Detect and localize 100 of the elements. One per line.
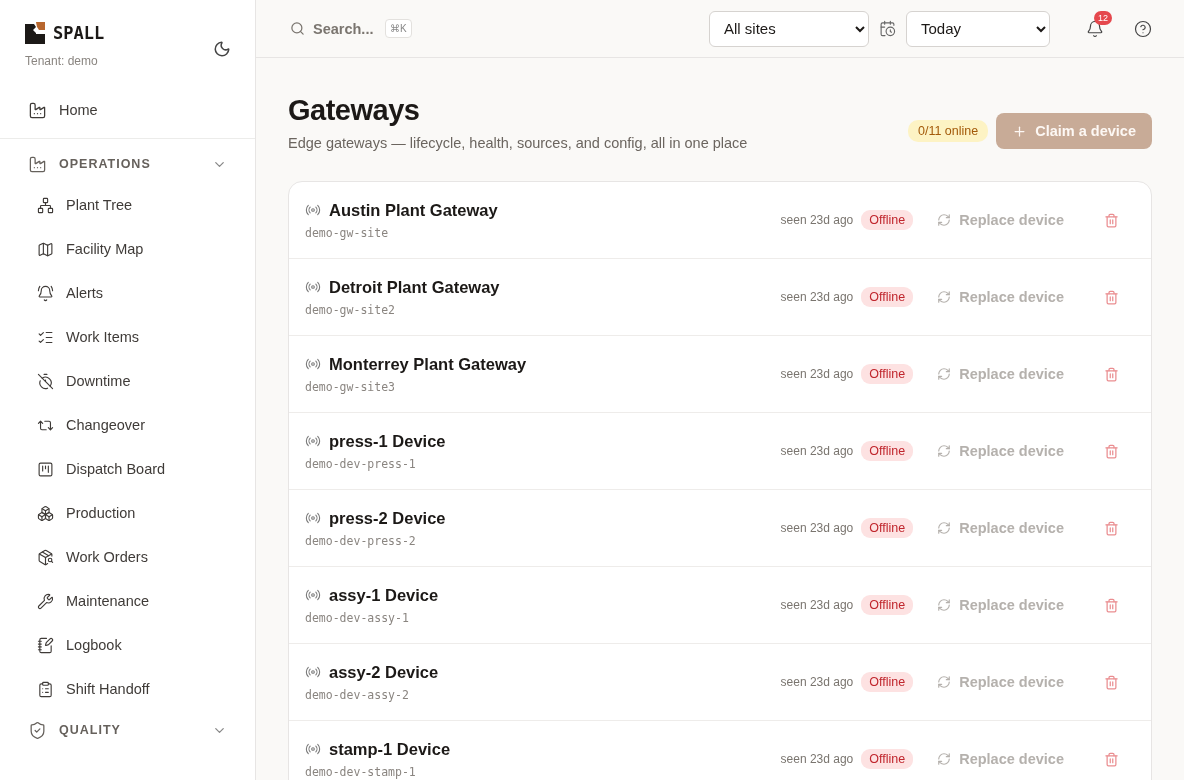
- gateway-id: demo-gw-site3: [305, 379, 396, 394]
- last-seen: seen 23d ago: [780, 675, 854, 689]
- trash-icon: [1104, 751, 1119, 767]
- site-select[interactable]: All sites: [709, 10, 869, 47]
- nav-icon: [37, 196, 54, 214]
- delete-button[interactable]: [1104, 751, 1119, 767]
- gateway-id: demo-dev-press-1: [305, 456, 417, 471]
- nav-item[interactable]: Facility Map: [0, 227, 255, 271]
- factory-icon: [28, 154, 47, 174]
- logo-wordmark: SPALL: [53, 23, 105, 43]
- broadcast-icon: [305, 587, 321, 603]
- notification-count: 12: [1094, 10, 1112, 25]
- notifications-icon[interactable]: [1086, 19, 1104, 38]
- search-field[interactable]: Search...: [313, 20, 377, 37]
- page-title: Gateways: [288, 94, 421, 127]
- gateway-id: demo-dev-stamp-1: [305, 764, 417, 779]
- status-badge: Offline: [861, 210, 914, 230]
- delete-button[interactable]: [1104, 597, 1119, 613]
- plus-icon: [1012, 123, 1028, 139]
- tenant-label: Tenant: demo: [25, 54, 99, 68]
- factory-icon: [28, 100, 47, 120]
- delete-button[interactable]: [1104, 443, 1119, 459]
- last-seen: seen 23d ago: [780, 213, 854, 227]
- refresh-icon: [937, 367, 952, 381]
- nav-item[interactable]: Maintenance: [0, 579, 255, 623]
- trash-icon: [1104, 597, 1119, 613]
- nav-item[interactable]: Work Items: [0, 315, 255, 359]
- gateway-name: Detroit Plant Gateway: [329, 277, 500, 297]
- nav-section-header[interactable]: QUALITY: [0, 711, 255, 749]
- nav-item[interactable]: Logbook: [0, 623, 255, 667]
- last-seen: seen 23d ago: [780, 444, 854, 458]
- broadcast-icon: [305, 356, 321, 372]
- gateway-name: assy-1 Device: [329, 585, 439, 605]
- theme-toggle-button[interactable]: [213, 40, 231, 58]
- gateway-name: press-1 Device: [329, 431, 446, 451]
- trash-icon: [1104, 520, 1119, 536]
- page-subtitle: Edge gateways — lifecycle, health, sources, and config, all in one place: [288, 135, 748, 151]
- gateway-id: demo-gw-site2: [305, 302, 396, 317]
- calendar-clock-icon: [879, 20, 896, 37]
- nav-item[interactable]: Plant Tree: [0, 183, 255, 227]
- status-badge: Offline: [861, 595, 914, 615]
- gateway-name: Austin Plant Gateway: [329, 200, 498, 220]
- gateway-id: demo-dev-assy-1: [305, 610, 410, 625]
- trash-icon: [1104, 212, 1119, 228]
- broadcast-icon: [305, 433, 321, 449]
- status-badge: Offline: [861, 672, 914, 692]
- shield-check-icon: [28, 720, 47, 740]
- broadcast-icon: [305, 664, 321, 680]
- online-count: 0/11 online: [908, 120, 989, 142]
- refresh-icon: [937, 752, 952, 766]
- trash-icon: [1104, 674, 1119, 690]
- gateway-id: demo-dev-press-2: [305, 533, 417, 548]
- last-seen: seen 23d ago: [780, 598, 854, 612]
- last-seen: seen 23d ago: [780, 521, 854, 535]
- status-badge: Offline: [861, 749, 914, 769]
- nav-icon: [37, 680, 54, 698]
- status-badge: Offline: [861, 518, 914, 538]
- delete-button[interactable]: [1104, 289, 1119, 305]
- nav-icon: [37, 548, 54, 566]
- gateway-id: demo-dev-assy-2: [305, 687, 410, 702]
- nav-item[interactable]: Home: [0, 88, 255, 132]
- nav-icon: [37, 284, 54, 302]
- nav-icon: [37, 504, 54, 522]
- delete-button[interactable]: [1104, 520, 1119, 536]
- status-badge: Offline: [861, 287, 914, 307]
- gateway-name: press-2 Device: [329, 508, 446, 528]
- date-range-select[interactable]: Today: [906, 10, 1050, 47]
- broadcast-icon: [305, 202, 321, 218]
- nav-item[interactable]: Dispatch Board: [0, 447, 255, 491]
- refresh-icon: [937, 444, 952, 458]
- nav-item[interactable]: Alerts: [0, 271, 255, 315]
- nav-item[interactable]: Production: [0, 491, 255, 535]
- nav-icon: [37, 240, 54, 258]
- help-icon[interactable]: [1134, 19, 1152, 38]
- gateway-name: Monterrey Plant Gateway: [329, 354, 527, 374]
- delete-button[interactable]: [1104, 212, 1119, 228]
- nav-item[interactable]: Work Orders: [0, 535, 255, 579]
- search-icon: [290, 21, 305, 36]
- nav-section-header[interactable]: OPERATIONS: [0, 145, 255, 183]
- shortcut-hint: ⌘K: [385, 19, 412, 38]
- nav-icon: [37, 372, 54, 390]
- trash-icon: [1104, 289, 1119, 305]
- gateway-name: stamp-1 Device: [329, 739, 451, 759]
- delete-button[interactable]: [1104, 366, 1119, 382]
- gateway-name: assy-2 Device: [329, 662, 439, 682]
- refresh-icon: [937, 290, 952, 304]
- broadcast-icon: [305, 741, 321, 757]
- gateway-id: demo-gw-site: [305, 225, 390, 240]
- delete-button[interactable]: [1104, 674, 1119, 690]
- nav-icon: [37, 636, 54, 654]
- status-badge: Offline: [861, 441, 914, 461]
- trash-icon: [1104, 366, 1119, 382]
- nav-item[interactable]: Changeover: [0, 403, 255, 447]
- refresh-icon: [937, 675, 952, 689]
- nav-icon: [37, 460, 54, 478]
- refresh-icon: [937, 213, 952, 227]
- refresh-icon: [937, 598, 952, 612]
- nav-item[interactable]: Shift Handoff: [0, 667, 255, 711]
- nav-item[interactable]: Downtime: [0, 359, 255, 403]
- broadcast-icon: [305, 510, 321, 526]
